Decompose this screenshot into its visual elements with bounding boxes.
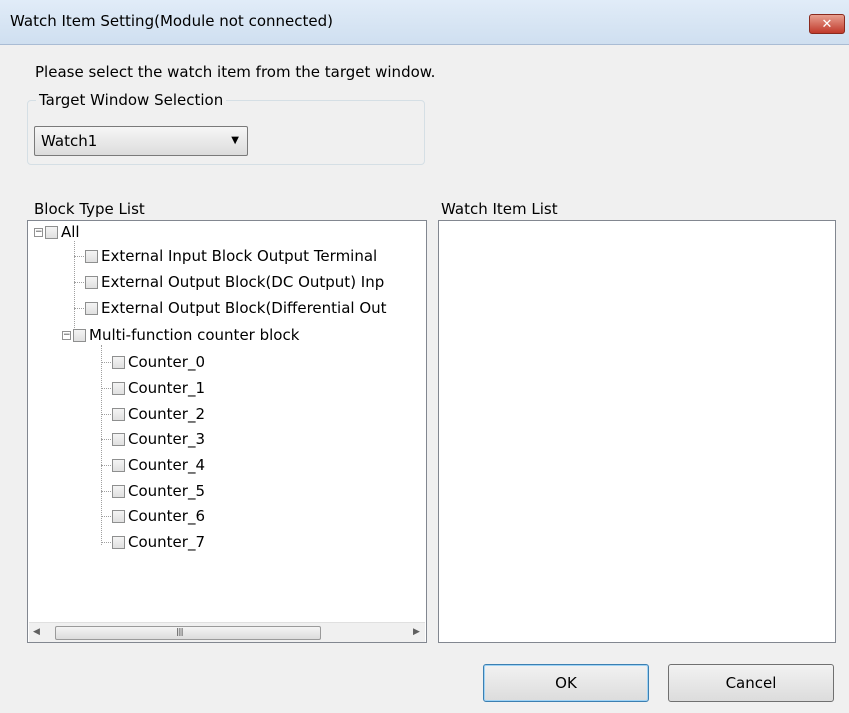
scrollbar-thumb[interactable]: III	[55, 626, 321, 640]
grip-icon: III	[176, 626, 184, 639]
tree-connector	[101, 516, 111, 517]
tree-node-counter[interactable]: Counter_2	[112, 403, 205, 425]
tree-connector	[101, 388, 111, 389]
horizontal-scrollbar[interactable]: ◀ III ▶	[29, 622, 425, 642]
close-icon: ✕	[821, 16, 833, 32]
tree-node-external-input[interactable]: External Input Block Output Terminal	[85, 245, 377, 267]
ok-button[interactable]: OK	[483, 664, 649, 702]
instruction-text: Please select the watch item from the ta…	[35, 63, 436, 81]
tree-node-counter[interactable]: Counter_3	[112, 428, 205, 450]
tree-node-counter[interactable]: Counter_0	[112, 351, 205, 373]
tree-connector	[101, 542, 111, 543]
collapse-icon[interactable]: −	[62, 330, 71, 340]
scroll-left-icon[interactable]: ◀	[33, 627, 40, 637]
watch-item-list[interactable]	[438, 220, 836, 643]
tree-node-label: External Output Block(Differential Out	[101, 299, 387, 317]
tree-node-label: All	[61, 223, 80, 241]
tree-connector	[74, 282, 84, 283]
checkbox[interactable]	[112, 355, 125, 369]
tree-connector	[101, 465, 111, 466]
tree-node-label: Counter_3	[128, 430, 205, 448]
tree-node-label: Counter_5	[128, 482, 205, 500]
window-title: Watch Item Setting(Module not connected)	[10, 12, 333, 30]
tree-node-multi-function-counter[interactable]: − Multi-function counter block	[62, 324, 299, 346]
checkbox[interactable]	[45, 225, 58, 239]
checkbox[interactable]	[112, 458, 125, 472]
checkbox[interactable]	[85, 301, 98, 315]
tree-node-label: External Input Block Output Terminal	[101, 247, 378, 265]
tree-node-label: Multi-function counter block	[89, 326, 300, 344]
title-bar: Watch Item Setting(Module not connected)…	[0, 0, 849, 45]
tree-node-counter[interactable]: Counter_7	[112, 531, 205, 553]
tree-connector	[101, 414, 111, 415]
checkbox[interactable]	[112, 484, 125, 498]
checkbox[interactable]	[85, 275, 98, 289]
tree-connector	[74, 256, 84, 257]
checkbox[interactable]	[112, 407, 125, 421]
tree-node-external-output-dc[interactable]: External Output Block(DC Output) Inp	[85, 271, 384, 293]
tree-node-all[interactable]: − All	[34, 221, 80, 243]
close-button[interactable]: ✕	[809, 14, 845, 34]
checkbox[interactable]	[85, 249, 98, 263]
tree-node-label: Counter_6	[128, 507, 205, 525]
tree-node-counter[interactable]: Counter_6	[112, 505, 205, 527]
tree-node-label: Counter_2	[128, 405, 205, 423]
tree-connector	[101, 362, 111, 363]
watch-item-list-label: Watch Item List	[441, 200, 558, 218]
block-type-list-label: Block Type List	[34, 200, 145, 218]
checkbox[interactable]	[112, 381, 125, 395]
tree-node-external-output-differential[interactable]: External Output Block(Differential Out	[85, 297, 387, 319]
checkbox[interactable]	[112, 535, 125, 549]
tree-node-label: External Output Block(DC Output) Inp	[101, 273, 385, 291]
tree-node-counter[interactable]: Counter_5	[112, 480, 205, 502]
collapse-icon[interactable]: −	[34, 227, 43, 237]
tree-connector	[101, 439, 111, 440]
cancel-button[interactable]: Cancel	[668, 664, 834, 702]
tree-node-label: Counter_7	[128, 533, 205, 551]
tree-connector	[101, 345, 102, 545]
target-window-selected: Watch1	[41, 132, 98, 150]
tree-node-label: Counter_1	[128, 379, 205, 397]
scroll-right-icon[interactable]: ▶	[413, 627, 420, 637]
checkbox[interactable]	[112, 432, 125, 446]
tree-node-label: Counter_4	[128, 456, 205, 474]
tree-node-counter[interactable]: Counter_1	[112, 377, 205, 399]
checkbox[interactable]	[112, 509, 125, 523]
target-window-dropdown[interactable]: Watch1 ▼	[34, 126, 248, 156]
target-window-legend: Target Window Selection	[36, 91, 227, 109]
tree-node-counter[interactable]: Counter_4	[112, 454, 205, 476]
checkbox[interactable]	[73, 328, 86, 342]
chevron-down-icon: ▼	[231, 135, 239, 146]
tree-connector	[101, 491, 111, 492]
block-type-tree[interactable]: − All External Input Block Output Termin…	[27, 220, 427, 643]
tree-node-label: Counter_0	[128, 353, 205, 371]
tree-connector	[74, 308, 84, 309]
